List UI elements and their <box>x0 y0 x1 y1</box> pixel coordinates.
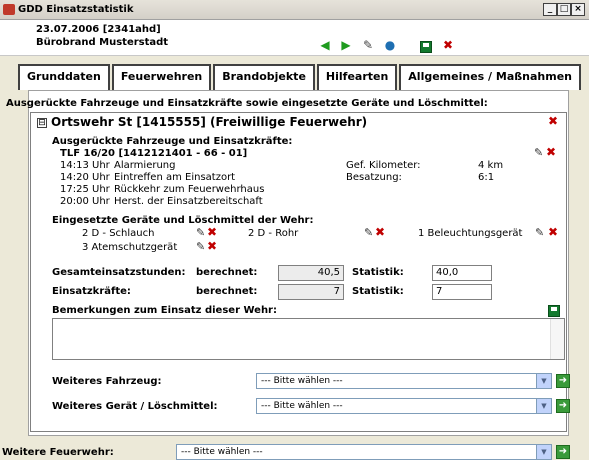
time-4: 20:00 Uhr <box>60 196 110 207</box>
arrow-left-icon[interactable]: ◀ <box>317 37 333 53</box>
save-icon[interactable] <box>420 41 432 53</box>
delete-device-icon[interactable]: ✖ <box>207 225 217 239</box>
edit-device-icon[interactable]: ✎ <box>196 226 205 239</box>
event-3: Rückkehr zum Feuerwehrhaus <box>114 184 265 195</box>
device-4: 3 Atemschutzgerät <box>82 242 178 253</box>
title-bar: GDD Einsatzstatistik _ □ × <box>0 0 589 20</box>
tab-grunddaten[interactable]: Grunddaten <box>18 64 110 90</box>
remarks-textarea[interactable] <box>52 318 565 360</box>
tab-hilfearten[interactable]: Hilfearten <box>316 64 398 90</box>
remove-brigade-icon[interactable]: ✖ <box>548 114 558 128</box>
chevron-down-icon[interactable]: ▼ <box>536 445 551 459</box>
window-title: GDD Einsatzstatistik <box>18 4 134 15</box>
add-device-button[interactable]: ➜ <box>556 399 570 413</box>
incident-name: Bürobrand Musterstadt <box>36 37 169 48</box>
section-title: Ausgerückte Fahrzeuge und Einsatzkräfte … <box>6 98 488 109</box>
more-fw-select[interactable]: --- Bitte wählen --- ▼ <box>176 444 552 460</box>
edit-device-icon[interactable]: ✎ <box>196 240 205 253</box>
minimize-button[interactable]: _ <box>543 3 557 16</box>
more-device-select[interactable]: --- Bitte wählen --- ▼ <box>256 398 552 414</box>
devices-label: Eingesetzte Geräte und Löschmittel der W… <box>52 215 314 226</box>
globe-icon[interactable]: ● <box>382 37 398 53</box>
delete-device-icon[interactable]: ✖ <box>207 239 217 253</box>
km-label: Gef. Kilometer: <box>346 160 421 171</box>
forces-calculated: 7 <box>278 284 344 300</box>
hours-calculated: 40,5 <box>278 265 344 281</box>
more-fw-select-value: --- Bitte wählen --- <box>181 447 263 457</box>
delete-icon[interactable]: ✖ <box>440 37 456 53</box>
incident-date: 23.07.2006 [2341ahd] <box>36 24 161 35</box>
time-1: 14:13 Uhr <box>60 160 110 171</box>
arrow-right-icon[interactable]: ▶ <box>338 37 354 53</box>
tab-brandobjekte[interactable]: Brandobjekte <box>213 64 315 90</box>
forces-label: Einsatzkräfte: <box>52 286 131 297</box>
add-fire-brigade-button[interactable]: ➜ <box>556 445 570 459</box>
time-3: 17:25 Uhr <box>60 184 110 195</box>
forces-statistic-input[interactable]: 7 <box>432 284 492 300</box>
header: 23.07.2006 [2341ahd] Bürobrand Mustersta… <box>0 20 589 56</box>
more-device-label: Weiteres Gerät / Löschmittel: <box>52 401 218 412</box>
fire-brigade-title: Ortswehr St [1415555] (Freiwillige Feuer… <box>51 115 368 129</box>
edit-device-icon[interactable]: ✎ <box>535 226 544 239</box>
event-4: Herst. der Einsatzbereitschaft <box>114 196 263 207</box>
delete-device-icon[interactable]: ✖ <box>375 225 385 239</box>
event-2: Eintreffen am Einsatzort <box>114 172 236 183</box>
hours-stat-label: Statistik: <box>352 267 404 278</box>
remarks-scrollbar[interactable] <box>550 319 564 359</box>
forces-stat-label: Statistik: <box>352 286 404 297</box>
time-2: 14:20 Uhr <box>60 172 110 183</box>
collapse-toggle[interactable]: ⊟ <box>37 118 47 128</box>
more-vehicle-label: Weiteres Fahrzeug: <box>52 376 162 387</box>
hours-label: Gesamteinsatzstunden: <box>52 267 186 278</box>
km-value: 4 km <box>478 160 504 171</box>
more-vehicle-select-value: --- Bitte wählen --- <box>261 376 343 386</box>
edit-device-icon[interactable]: ✎ <box>364 226 373 239</box>
close-button[interactable]: × <box>571 3 585 16</box>
device-3: 1 Beleuchtungsgerät <box>418 228 523 239</box>
chevron-down-icon[interactable]: ▼ <box>536 399 551 413</box>
device-2: 2 D - Rohr <box>248 228 299 239</box>
more-fw-label: Weitere Feuerwehr: <box>2 447 114 458</box>
crew-value: 6:1 <box>478 172 495 183</box>
hours-calc-label: berechnet: <box>196 267 258 278</box>
crew-label: Besatzung: <box>346 172 402 183</box>
remarks-label: Bemerkungen zum Einsatz dieser Wehr: <box>52 305 277 316</box>
tab-bar: Grunddaten Feuerwehren Brandobjekte Hilf… <box>18 64 583 90</box>
edit-icon[interactable]: ✎ <box>360 37 376 53</box>
event-1: Alarmierung <box>114 160 176 171</box>
more-vehicle-select[interactable]: --- Bitte wählen --- ▼ <box>256 373 552 389</box>
tab-allgemeines[interactable]: Allgemeines / Maßnahmen <box>399 64 582 90</box>
delete-vehicle-icon[interactable]: ✖ <box>546 145 556 159</box>
vehicle-name: TLF 16/20 [1412121401 - 66 - 01] <box>60 148 248 159</box>
add-vehicle-button[interactable]: ➜ <box>556 374 570 388</box>
tab-feuerwehren[interactable]: Feuerwehren <box>111 64 212 90</box>
delete-device-icon[interactable]: ✖ <box>548 225 558 239</box>
edit-vehicle-icon[interactable]: ✎ <box>534 146 543 159</box>
vehicles-label: Ausgerückte Fahrzeuge und Einsatzkräfte: <box>52 136 293 147</box>
app-icon <box>3 4 15 15</box>
device-1: 2 D - Schlauch <box>82 228 155 239</box>
save-remarks-icon[interactable] <box>548 305 560 317</box>
chevron-down-icon[interactable]: ▼ <box>536 374 551 388</box>
maximize-button[interactable]: □ <box>557 3 571 16</box>
hours-statistic-input[interactable]: 40,0 <box>432 265 492 281</box>
more-device-select-value: --- Bitte wählen --- <box>261 401 343 411</box>
forces-calc-label: berechnet: <box>196 286 258 297</box>
